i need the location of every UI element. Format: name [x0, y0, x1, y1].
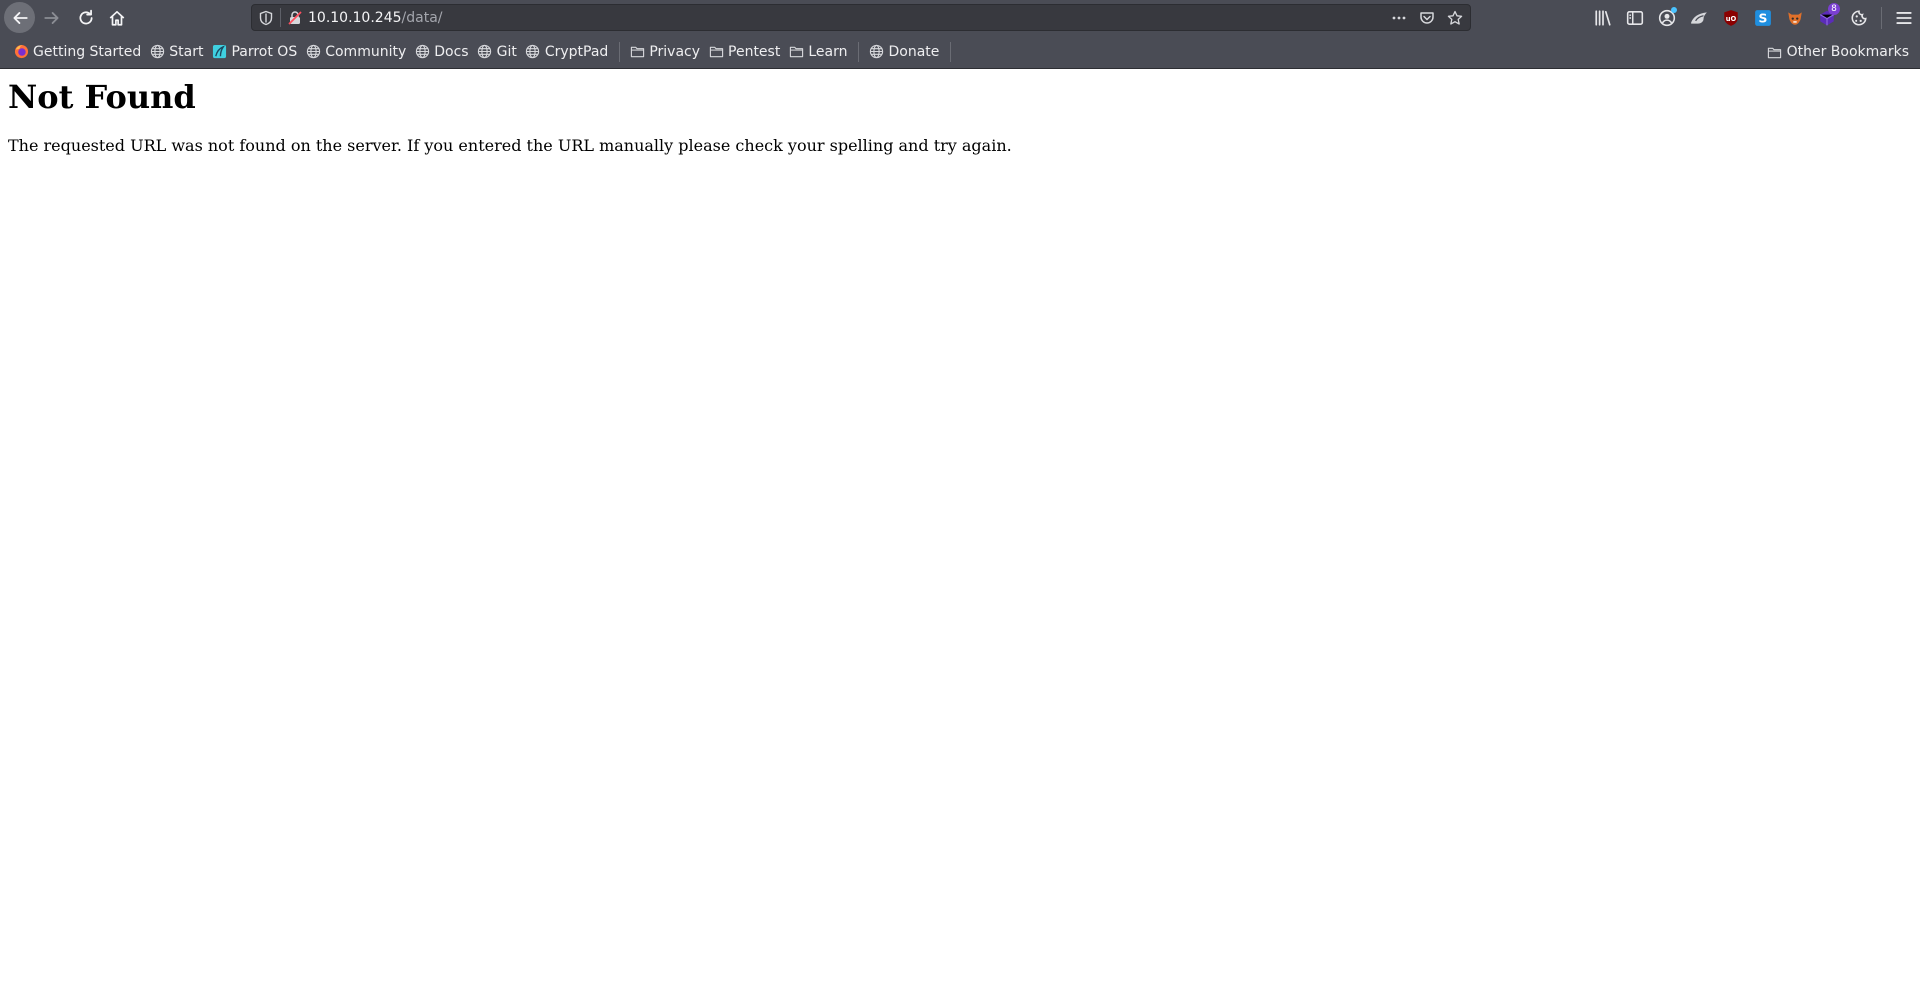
bookmarks-toolbar: Getting Started Start Parrot OS Communit…: [0, 35, 1920, 69]
bookmark-donate[interactable]: Donate: [865, 39, 944, 65]
other-bookmarks-folder[interactable]: Other Bookmarks: [1764, 39, 1914, 65]
forward-button[interactable]: [36, 2, 67, 33]
bookmark-docs[interactable]: Docs: [411, 39, 473, 65]
insecure-connection-icon[interactable]: [287, 10, 303, 26]
globe-icon: [149, 44, 165, 60]
library-icon: [1595, 9, 1611, 26]
s-extension-icon: S: [1755, 9, 1771, 26]
fox-head-icon: [1788, 11, 1802, 25]
page-actions-button[interactable]: [1390, 8, 1408, 27]
folder-icon: [1767, 44, 1783, 60]
bookmark-label: CryptPad: [544, 43, 609, 60]
globe-icon: [477, 44, 493, 60]
globe-icon: [525, 44, 541, 60]
bookmark-label: Start: [169, 43, 204, 60]
reload-button[interactable]: [70, 2, 101, 33]
bookmark-cryptpad[interactable]: CryptPad: [522, 39, 613, 65]
error-message: The requested URL was not found on the s…: [8, 136, 1012, 155]
bookmark-separator: [619, 41, 621, 62]
bookmark-git[interactable]: Git: [474, 39, 522, 65]
account-button[interactable]: [1651, 0, 1683, 35]
bookmark-label: Git: [496, 43, 517, 60]
url-bar-divider: [280, 8, 281, 27]
bookmark-separator: [858, 41, 860, 62]
bookmark-folder-privacy[interactable]: Privacy: [626, 39, 705, 65]
save-to-pocket-button[interactable]: [1418, 8, 1436, 27]
sidebar-button[interactable]: [1619, 0, 1651, 35]
page-content: Not Found The requested URL was not foun…: [0, 70, 1920, 992]
toolbar-divider: [1881, 6, 1882, 29]
navigation-toolbar: 10.10.10.245/data/ uO S 8: [0, 0, 1920, 35]
bookmark-label: Community: [325, 43, 407, 60]
reload-icon: [78, 9, 93, 24]
home-icon: [109, 10, 124, 26]
url-text[interactable]: 10.10.10.245/data/: [308, 9, 442, 27]
url-bar-actions: [1390, 8, 1464, 27]
hamburger-menu-icon: [1896, 11, 1912, 24]
globe-icon: [868, 44, 884, 60]
url-host: 10.10.10.245: [308, 10, 402, 26]
more-dots-icon: [1392, 16, 1406, 19]
tracking-protection-shield-icon[interactable]: [258, 10, 274, 26]
extension-purple-button[interactable]: 8: [1811, 0, 1843, 35]
extension-count-badge: 8: [1828, 3, 1840, 15]
sidebar-icon: [1626, 10, 1644, 25]
account-notification-dot: [1671, 7, 1677, 13]
bookmark-community[interactable]: Community: [302, 39, 411, 65]
bookmark-label: Learn: [808, 43, 848, 60]
bookmark-folder-learn[interactable]: Learn: [785, 39, 852, 65]
bookmark-parrot-os[interactable]: Parrot OS: [208, 39, 302, 65]
bookmark-label: Pentest: [728, 43, 781, 60]
app-menu-button[interactable]: [1888, 0, 1920, 35]
home-button[interactable]: [101, 2, 132, 33]
ublock-icon: uO: [1724, 9, 1738, 26]
bookmark-label: Docs: [434, 43, 469, 60]
extension-ublock-button[interactable]: uO: [1715, 0, 1747, 35]
bookmark-label: Other Bookmarks: [1786, 44, 1909, 60]
extension-cookie-button[interactable]: [1843, 0, 1875, 35]
extension-foxyproxy-button[interactable]: [1683, 0, 1715, 35]
library-button[interactable]: [1587, 0, 1619, 35]
bookmark-label: Donate: [888, 43, 940, 60]
globe-icon: [414, 44, 430, 60]
bookmark-getting-started[interactable]: Getting Started: [10, 39, 146, 65]
bookmark-start[interactable]: Start: [146, 39, 208, 65]
bookmark-page-button[interactable]: [1446, 8, 1464, 27]
arrow-left-icon: [12, 11, 28, 24]
folder-icon: [788, 44, 804, 60]
bookmark-label: Parrot OS: [231, 43, 298, 60]
parrot-icon: [211, 44, 227, 60]
url-path: /data/: [401, 10, 443, 26]
toolbar-right-icons: uO S 8: [1587, 0, 1920, 35]
bookmark-folder-pentest[interactable]: Pentest: [705, 39, 785, 65]
bookmark-separator: [950, 41, 952, 62]
star-icon: [1447, 10, 1463, 25]
firefox-icon: [13, 44, 29, 60]
cookie-icon: [1851, 9, 1867, 26]
folder-icon: [708, 44, 724, 60]
bookmark-label: Privacy: [649, 43, 701, 60]
back-button[interactable]: [4, 2, 35, 33]
page-title: Not Found: [8, 78, 196, 116]
bookmark-label: Getting Started: [33, 43, 142, 60]
fox-proxy-icon: [1691, 11, 1707, 24]
globe-icon: [305, 44, 321, 60]
extension-hackbar-button[interactable]: [1779, 0, 1811, 35]
folder-icon: [629, 44, 645, 60]
svg-text:S: S: [1759, 11, 1768, 25]
extension-s-button[interactable]: S: [1747, 0, 1779, 35]
svg-text:uO: uO: [1726, 14, 1737, 22]
arrow-right-icon: [43, 11, 59, 24]
url-bar[interactable]: 10.10.10.245/data/: [251, 4, 1471, 31]
pocket-icon: [1420, 11, 1434, 24]
